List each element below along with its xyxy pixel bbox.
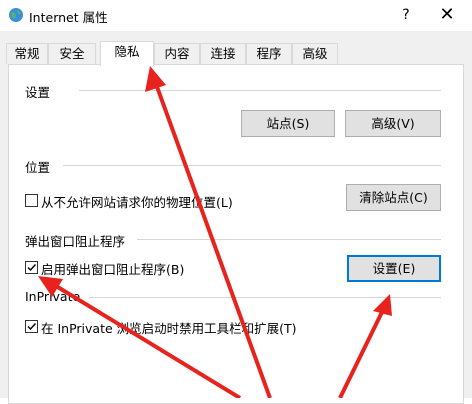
popup-blocker-group-label: 弹出窗口阻止程序	[25, 234, 126, 249]
disable-toolbars-label: 在 InPrivate 浏览启动时禁用工具栏和扩展(T)	[41, 321, 297, 336]
disable-toolbars-checkbox[interactable]	[25, 320, 38, 333]
check-icon	[27, 323, 37, 331]
location-divider	[63, 165, 441, 166]
tab-content[interactable]: 内容	[154, 43, 200, 64]
globe-icon	[9, 8, 23, 22]
inprivate-divider	[89, 297, 441, 298]
tab-strip: 常规 安全 隐私 内容 连接 程序 高级	[0, 41, 472, 66]
window-title: Internet 属性	[29, 10, 108, 25]
popup-settings-button[interactable]: 设置(E)	[347, 255, 441, 282]
tab-privacy[interactable]: 隐私	[100, 41, 154, 66]
popup-divider	[137, 239, 441, 240]
settings-divider	[79, 90, 441, 91]
settings-group-label: 设置	[25, 85, 51, 100]
check-icon	[27, 264, 37, 272]
close-button[interactable]: ✕	[432, 4, 462, 26]
advanced-button[interactable]: 高级(V)	[345, 110, 441, 137]
privacy-panel: 设置 站点(S) 高级(V) 位置 从不允许网站请求你的物理位置(L) 清除站点…	[8, 64, 464, 404]
tab-programs[interactable]: 程序	[246, 43, 292, 64]
title-bar: Internet 属性 ? ✕	[0, 0, 472, 31]
help-button[interactable]: ?	[394, 4, 418, 26]
location-group-label: 位置	[25, 160, 51, 175]
tab-general[interactable]: 常规	[6, 43, 48, 64]
never-allow-location-checkbox[interactable]	[25, 194, 38, 207]
never-allow-location-label: 从不允许网站请求你的物理位置(L)	[41, 195, 233, 210]
inprivate-group-label: InPrivate	[25, 289, 81, 304]
tab-security[interactable]: 安全	[48, 43, 96, 64]
enable-popup-blocker-checkbox[interactable]	[25, 261, 38, 274]
sites-button[interactable]: 站点(S)	[241, 110, 335, 137]
tab-advanced[interactable]: 高级	[292, 43, 338, 64]
tab-connections[interactable]: 连接	[200, 43, 246, 64]
enable-popup-blocker-label: 启用弹出窗口阻止程序(B)	[41, 262, 185, 277]
clear-sites-button[interactable]: 清除站点(C)	[346, 184, 441, 211]
